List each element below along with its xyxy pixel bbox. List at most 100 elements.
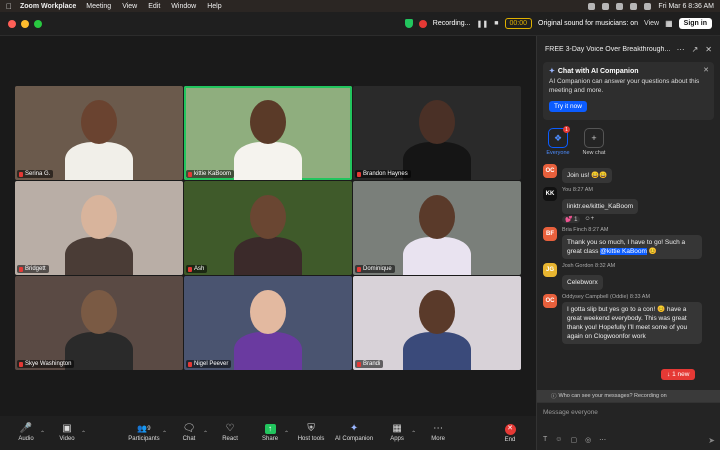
video-tile[interactable]: Nigel Peever (184, 276, 352, 370)
camera-icon: ▣ (62, 423, 72, 434)
participants-button[interactable]: 👥 9 Participants (120, 424, 168, 442)
zoom-window-button[interactable] (34, 19, 42, 28)
avatar[interactable]: OC (543, 294, 557, 308)
more-button[interactable]: ⋯ More (418, 424, 458, 443)
mention-tag[interactable]: @kittie KaBoom (600, 248, 647, 255)
sender-name: Oddysey Campbell (Oddie) (562, 294, 629, 300)
participant-name: Brandon Haynes (363, 171, 408, 177)
zoom-tray-icon[interactable] (588, 2, 596, 10)
stop-recording-icon[interactable]: ■ (494, 20, 498, 27)
video-tile[interactable]: Brandon Haynes (353, 86, 521, 180)
video-tile[interactable]: kittie KaBoom (184, 86, 352, 180)
share-options-chevron-icon[interactable]: ⌃ (284, 430, 289, 437)
tab-everyone[interactable]: ❖ 1 Everyone (545, 126, 571, 160)
chat-message[interactable]: BF Bria Finch 8:27 AM Thank you so much, I… (543, 227, 715, 259)
video-options-chevron-icon[interactable]: ⌃ (81, 430, 86, 437)
message-list[interactable]: OC Join us! 😀😀 KK You 8:27 AM linktr.ee/kitt… (537, 164, 720, 396)
volume-tray-icon[interactable] (602, 2, 610, 10)
menu-window[interactable]: Window (171, 3, 196, 10)
message-bubble[interactable]: linktr.ee/kittie_KaBoom (562, 199, 639, 214)
minimize-window-button[interactable] (21, 19, 29, 28)
chat-message[interactable]: JG Josh Gordon 8:32 AM Celebworx (543, 263, 715, 290)
menubar-clock[interactable]: Fri Mar 6 8:36 AM (658, 3, 714, 10)
message-bubble[interactable]: Celebworx (562, 275, 603, 290)
view-button[interactable]: View (644, 20, 659, 27)
avatar[interactable]: JG (543, 263, 557, 277)
screenshot-icon[interactable]: ◎ (585, 436, 591, 444)
video-tile[interactable]: Skye Washington (15, 276, 183, 370)
message-input[interactable]: Message everyone (537, 403, 720, 422)
format-text-icon[interactable]: T (543, 436, 547, 444)
popout-icon[interactable]: ↗ (692, 45, 699, 54)
try-it-now-button[interactable]: Try it now (549, 101, 587, 112)
muted-mic-icon (357, 171, 361, 177)
participant-body (234, 142, 302, 180)
zoom-titlebar: Recording... ❚❚ ■ 00:00 Original sound f… (0, 12, 720, 36)
tab-new-chat[interactable]: + New chat (581, 128, 607, 160)
battery-tray-icon[interactable] (616, 2, 624, 10)
avatar[interactable]: BF (543, 227, 557, 241)
tab-new-chat-label: New chat (582, 150, 606, 156)
participant-name: Dominique (363, 266, 392, 272)
participant-name: Skye Washington (25, 361, 72, 367)
new-messages-button[interactable]: ↓ 1 new (661, 369, 696, 380)
menu-edit[interactable]: Edit (148, 3, 160, 10)
menu-help[interactable]: Help (207, 3, 221, 10)
participants-options-chevron-icon[interactable]: ⌃ (162, 430, 167, 437)
close-window-button[interactable] (8, 19, 16, 28)
end-button[interactable]: ✕ End (490, 423, 530, 443)
ai-companion-button[interactable]: ✦ AI Companion (331, 424, 377, 443)
avatar[interactable]: KK (543, 187, 557, 201)
chat-message[interactable]: OC Join us! 😀😀 (543, 164, 715, 183)
message-body: Join us! 😀😀 (562, 164, 715, 183)
host-tools-button[interactable]: ⛨ Host tools (291, 424, 331, 443)
chat-message[interactable]: KK You 8:27 AM linktr.ee/kittie_KaBoom 💕 1 ☺… (543, 187, 715, 223)
chat-message[interactable]: OC Oddysey Campbell (Oddie) 8:33 AM I gott… (543, 294, 715, 344)
grid-view-icon[interactable]: ▦ (665, 19, 673, 28)
send-icon[interactable]: ➤ (708, 436, 715, 445)
sign-in-button[interactable]: Sign in (678, 18, 712, 29)
message-bubble[interactable]: I gotta slip but yes go to a con! 😊 have… (562, 302, 702, 344)
chat-options-chevron-icon[interactable]: ⌃ (203, 430, 208, 437)
menu-view[interactable]: View (122, 3, 137, 10)
emoji-icon[interactable]: ☺ (555, 436, 562, 444)
apps-options-chevron-icon[interactable]: ⌃ (411, 430, 416, 437)
message-bubble[interactable]: Join us! 😀😀 (562, 168, 613, 183)
message-bubble[interactable]: Thank you so much, I have to go! Such a … (562, 235, 702, 259)
encryption-shield-icon[interactable] (404, 19, 413, 28)
message-text: linktr.ee/kittie_KaBoom (567, 203, 634, 210)
apple-icon[interactable]:  (6, 2, 12, 11)
sender-name: Josh Gordon (562, 263, 594, 269)
video-tile[interactable]: Bridgett (15, 181, 183, 275)
meeting-toolbar: 🎤 Audio ⌃ ▣ Video ⌃ 👥 9 Participants ⌃ 🗨 Chat… (0, 416, 536, 450)
recording-icon (418, 19, 427, 28)
more-tools-icon[interactable]: ⋯ (599, 436, 606, 444)
wifi-tray-icon[interactable] (630, 2, 638, 10)
video-tile[interactable]: Ash (184, 181, 352, 275)
who-can-see-banner[interactable]: ⓘ Who can see your messages? Recording on (537, 390, 720, 402)
menu-app-name[interactable]: Zoom Workplace (20, 3, 76, 10)
react-button[interactable]: ♡ React (210, 424, 250, 443)
file-icon[interactable]: ▢ (570, 436, 577, 444)
close-panel-icon[interactable]: ✕ (705, 45, 712, 54)
message-text: Join us! 😀😀 (567, 172, 608, 179)
audio-options-chevron-icon[interactable]: ⌃ (40, 430, 45, 437)
close-ai-card-icon[interactable]: ✕ (703, 66, 709, 74)
chat-tabs: ❖ 1 Everyone + New chat (537, 120, 720, 160)
menu-meeting[interactable]: Meeting (86, 3, 111, 10)
apps-grid-icon: ▦ (392, 423, 402, 434)
avatar[interactable]: OC (543, 164, 557, 178)
reaction-pill[interactable]: 💕 1 (562, 216, 581, 223)
message-body: Oddysey Campbell (Oddie) 8:33 AM I gotta … (562, 294, 715, 344)
compose-tools: T ☺ ▢ ◎ ⋯ (543, 436, 606, 444)
video-tile[interactable]: Serina G. (15, 86, 183, 180)
pause-recording-icon[interactable]: ❚❚ (477, 20, 489, 28)
ai-card-description: AI Companion can answer your questions a… (549, 78, 700, 94)
video-tile[interactable]: Brandi (353, 276, 521, 370)
add-reaction-icon[interactable]: ☺+ (584, 216, 594, 223)
search-tray-icon[interactable] (644, 2, 652, 10)
message-body: You 8:27 AM linktr.ee/kittie_KaBoom 💕 1 ☺+ (562, 187, 715, 223)
more-options-icon[interactable]: ⋯ (677, 45, 685, 54)
original-sound-label[interactable]: Original sound for musicians: on (538, 20, 638, 27)
video-tile[interactable]: Dominique (353, 181, 521, 275)
